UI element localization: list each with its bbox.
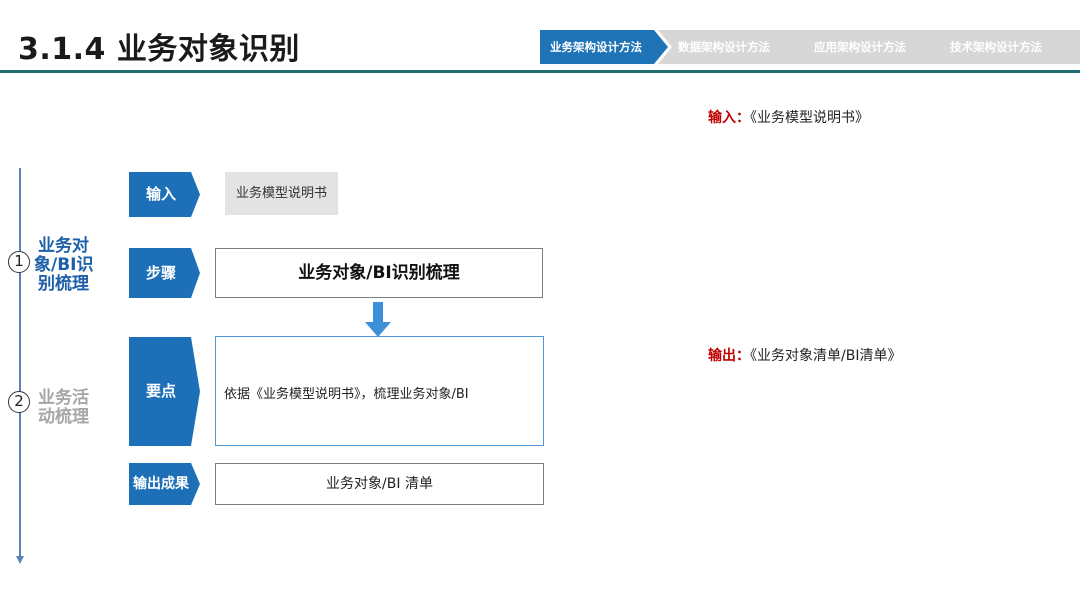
output-tag: 输出成果 — [129, 463, 200, 505]
nav-step-application[interactable]: 应用架构设计方法 — [794, 30, 948, 64]
right-output-label: 输出： — [708, 348, 750, 364]
input-tag: 输入 — [129, 172, 200, 217]
steps-value-box: 业务对象/BI识别梳理 — [215, 248, 543, 298]
right-input-line: 输入：《业务模型说明书》 — [708, 107, 869, 127]
keypoints-tag: 要点 — [129, 337, 200, 446]
nav-step-technology[interactable]: 技术架构设计方法 — [930, 30, 1080, 64]
input-value-box: 业务模型说明书 — [225, 172, 338, 215]
stage-title-line: 象/BI识 — [34, 255, 94, 275]
stage-1-title[interactable]: 业务对 象/BI识 别梳理 — [34, 237, 94, 294]
nav-step-business[interactable]: 业务架构设计方法 — [540, 30, 668, 64]
stage-title-line: 业务活 — [38, 388, 89, 408]
method-nav: 业务架构设计方法 数据架构设计方法 应用架构设计方法 技术架构设计方法 — [540, 30, 1080, 64]
steps-tag: 步骤 — [129, 248, 200, 298]
right-input-value: 《业务模型说明书》 — [750, 110, 869, 126]
stage-title-line: 业务对 — [38, 236, 89, 256]
stage-1-number: 1 — [8, 251, 30, 273]
stage-title-line: 别梳理 — [38, 274, 89, 294]
input-tag-label: 输入 — [145, 185, 176, 203]
keypoints-value-box: 依据《业务模型说明书》，梳理业务对象/BI — [215, 336, 544, 446]
nav-step-label: 应用架构设计方法 — [814, 40, 906, 54]
nav-step-label: 数据架构设计方法 — [678, 40, 770, 54]
right-output-value: 《业务对象清单/BI清单》 — [750, 348, 902, 364]
stage-title-line: 动梳理 — [38, 407, 89, 427]
nav-step-data[interactable]: 数据架构设计方法 — [658, 30, 812, 64]
stage-2-number: 2 — [8, 391, 30, 413]
output-value-box: 业务对象/BI 清单 — [215, 463, 544, 505]
keypoints-tag-label: 要点 — [145, 382, 176, 400]
stage-2-title[interactable]: 业务活 动梳理 — [38, 389, 89, 427]
output-tag-label: 输出成果 — [133, 476, 189, 492]
right-input-label: 输入： — [708, 110, 750, 126]
nav-step-label: 技术架构设计方法 — [950, 40, 1042, 54]
timeline-arrow — [16, 168, 24, 564]
right-output-line: 输出：《业务对象清单/BI清单》 — [708, 345, 901, 365]
steps-tag-label: 步骤 — [145, 264, 176, 282]
title-divider — [0, 70, 1080, 73]
nav-step-label: 业务架构设计方法 — [550, 40, 642, 54]
down-arrow-icon — [365, 302, 391, 337]
page-title: 3.1.4 业务对象识别 — [18, 32, 300, 67]
